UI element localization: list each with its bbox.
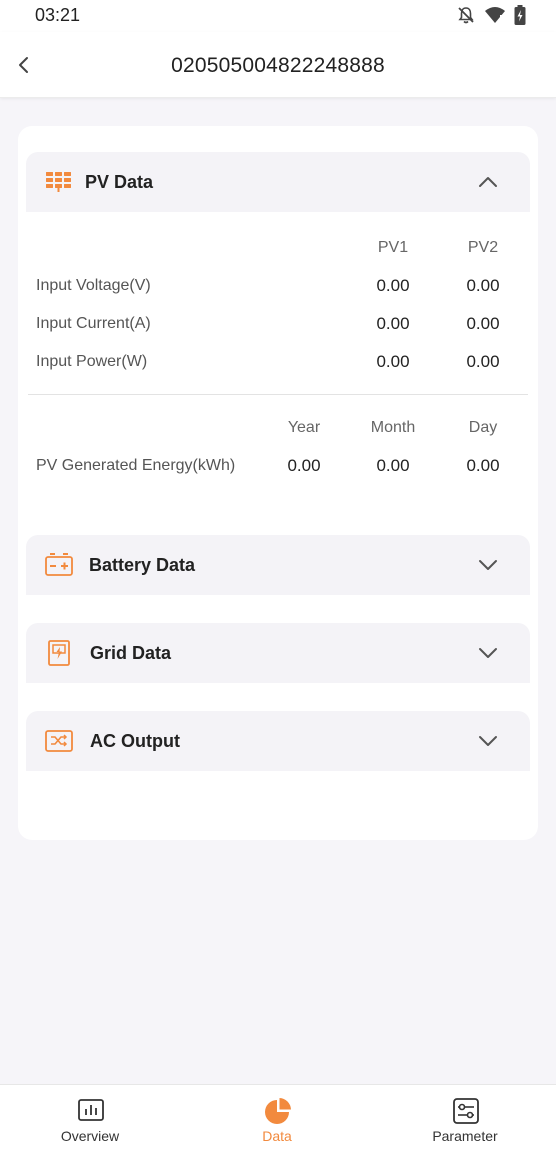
input-current-pv2-value: 0.00	[466, 314, 500, 333]
pv-energy-day-value: 0.00	[466, 456, 500, 475]
ac-output-icon	[45, 730, 73, 752]
row-label-input-current: Input Current(A)	[36, 315, 151, 332]
sliders-icon	[453, 1098, 479, 1124]
tab-data[interactable]: Data	[207, 1085, 347, 1151]
divider	[28, 394, 528, 395]
data-card: PV Data PV1 PV2 Input Voltage(V) 0.00 0.…	[18, 126, 538, 840]
chevron-down-icon[interactable]	[476, 729, 500, 753]
section-header-grid-data[interactable]: Grid Data	[26, 623, 530, 683]
chevron-up-icon[interactable]	[476, 170, 500, 194]
tab-label-overview: Overview	[60, 1128, 120, 1144]
column-header-year: Year	[287, 419, 321, 436]
wifi-icon	[485, 7, 505, 23]
input-power-pv1-value: 0.00	[376, 352, 410, 371]
column-header-pv1: PV1	[377, 239, 409, 256]
section-title-battery-data: Battery Data	[89, 555, 196, 575]
tab-parameter[interactable]: Parameter	[395, 1085, 535, 1151]
input-voltage-pv1-value: 0.00	[376, 276, 410, 295]
pv-energy-month-value: 0.00	[376, 456, 410, 475]
status-icons	[456, 5, 526, 25]
section-title-grid-data: Grid Data	[90, 643, 172, 663]
row-label-pv-generated-energy: PV Generated Energy(kWh)	[36, 457, 236, 474]
section-title-ac-output: AC Output	[90, 731, 180, 751]
row-label-input-voltage: Input Voltage(V)	[36, 277, 151, 294]
row-label-input-power: Input Power(W)	[36, 353, 148, 370]
tab-label-data: Data	[262, 1128, 292, 1144]
chart-icon	[78, 1099, 104, 1121]
battery-icon	[514, 5, 526, 25]
bottom-tab-bar: Overview Data Parameter	[0, 1084, 556, 1151]
chevron-down-icon[interactable]	[476, 553, 500, 577]
status-time: 03:21	[35, 5, 81, 25]
status-bar: 03:21	[0, 0, 556, 32]
input-voltage-pv2-value: 0.00	[466, 276, 500, 295]
section-header-pv-data[interactable]: PV Data	[26, 152, 530, 212]
app-bar: 020505004822248888	[0, 32, 556, 98]
pv-energy-year-value: 0.00	[287, 456, 321, 475]
column-header-month: Month	[370, 419, 416, 436]
input-power-pv2-value: 0.00	[466, 352, 500, 371]
solar-panel-icon	[46, 172, 71, 192]
tab-label-parameter: Parameter	[432, 1128, 498, 1144]
pie-chart-icon	[265, 1098, 291, 1124]
input-current-pv1-value: 0.00	[376, 314, 410, 333]
column-header-pv2: PV2	[467, 239, 499, 256]
section-header-ac-output[interactable]: AC Output	[26, 711, 530, 771]
chevron-down-icon[interactable]	[476, 641, 500, 665]
tab-overview[interactable]: Overview	[20, 1085, 160, 1151]
column-header-day: Day	[468, 419, 498, 436]
bell-off-icon	[458, 7, 474, 24]
section-title-pv-data: PV Data	[85, 172, 154, 192]
page-title: 020505004822248888	[171, 54, 385, 77]
grid-data-icon	[48, 640, 70, 666]
battery-data-icon	[45, 553, 73, 576]
section-header-battery-data[interactable]: Battery Data	[26, 535, 530, 595]
